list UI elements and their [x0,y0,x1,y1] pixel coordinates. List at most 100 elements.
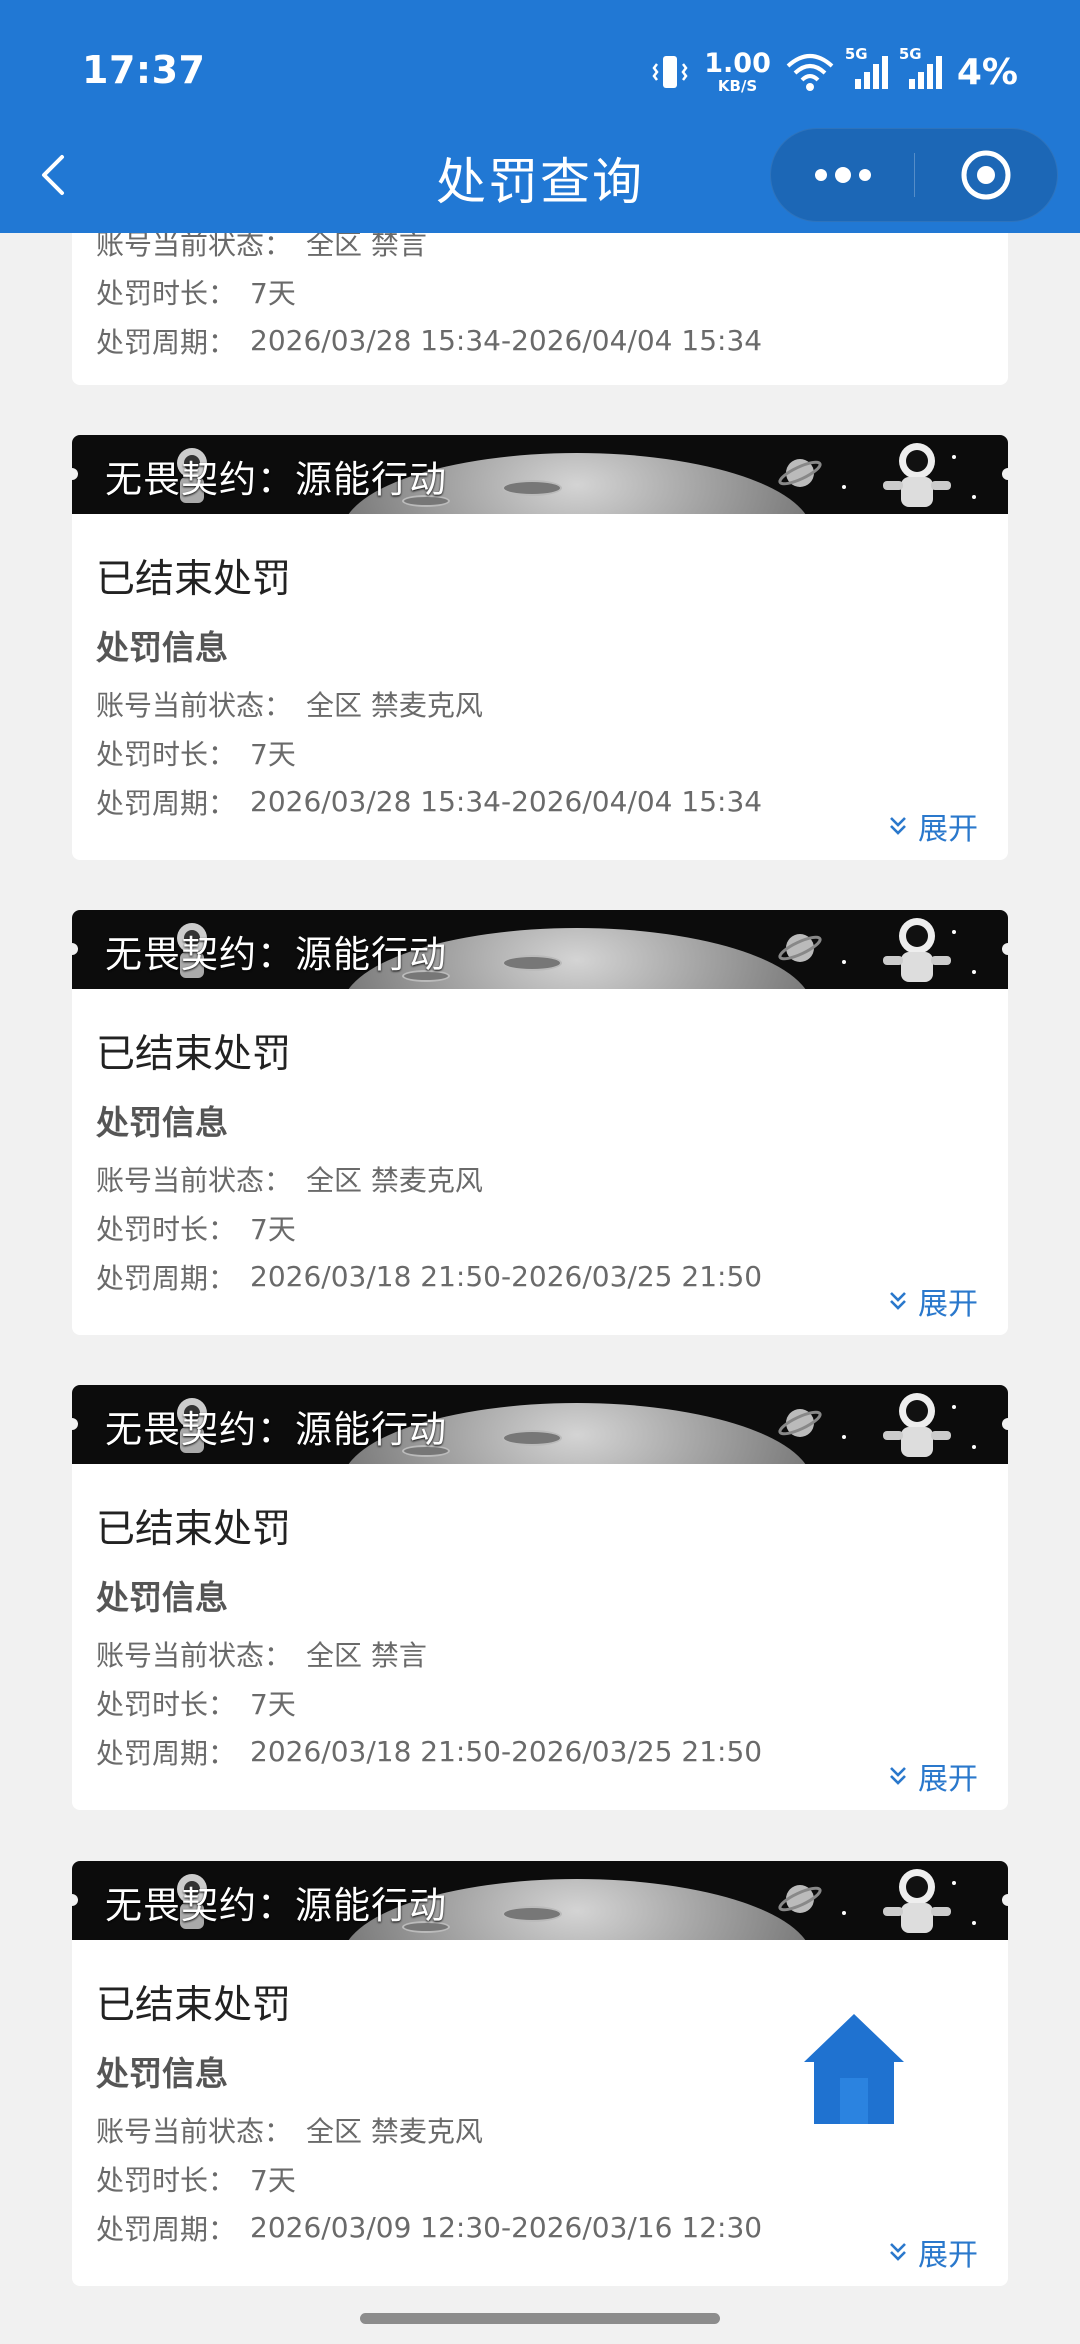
ticket-notch [72,468,78,480]
double-chevron-down-icon [890,1767,906,1785]
star [972,1445,976,1449]
duration-value: 7天 [250,276,296,310]
penalty-card: 无畏契约：源能行动 已结束处罚 处罚信息 账号当前状态： 全区 禁言 处罚时长：… [72,1385,1008,1810]
expand-button[interactable]: 展开 [888,1279,978,1323]
ticket-notch [1002,1894,1008,1906]
duration-label: 处罚时长： [96,2163,237,2197]
ticket-notch [72,1418,78,1430]
status-icons: 1.00 KB/S 5G 5G 4% [650,44,1018,100]
account-state-value: 全区 禁麦克风 [306,688,483,722]
ticket-notch [1002,468,1008,480]
account-state-row: 账号当前状态： 全区 禁言 [96,1629,984,1678]
period-label: 处罚周期： [96,2212,237,2246]
duration-row: 处罚时长： 7天 [96,728,984,777]
penalty-status: 已结束处罚 [96,557,292,602]
astronaut-icon [883,1393,951,1457]
signal-icon: 5G [845,45,889,91]
period-value: 2026/03/18 21:50-2026/03/25 21:50 [250,1260,763,1293]
period-value: 2026/03/18 21:50-2026/03/25 21:50 [250,1735,763,1768]
period-row: 处罚周期： 2026/03/09 12:30-2026/03/16 12:30 [96,2203,984,2252]
close-button[interactable] [915,128,1057,222]
planet-icon [778,1409,822,1437]
double-chevron-down-icon [890,817,906,835]
more-dot [858,169,871,181]
duration-value: 7天 [250,2163,296,2197]
banner-title: 无畏契约：源能行动 [105,1884,447,1927]
net-speed-value: 1.00 [704,48,771,79]
more-button[interactable] [771,128,914,222]
account-state-value: 全区 禁言 [306,1638,427,1672]
account-state-label: 账号当前状态： [96,688,293,722]
penalty-status: 已结束处罚 [96,1032,292,1077]
account-state-row: 账号当前状态： 全区 禁麦克风 [96,1154,984,1203]
double-chevron-down-icon [890,1292,906,1310]
banner-title: 无畏契约：源能行动 [105,933,447,976]
section-title: 处罚信息 [96,628,228,667]
ticket-notch [1002,943,1008,955]
duration-value: 7天 [250,737,296,771]
crater [502,1906,562,1922]
crater [502,480,562,496]
account-state-row: 账号当前状态： 全区 禁麦克风 [96,679,984,728]
game-banner: 无畏契约：源能行动 [72,1385,1008,1464]
signal-icon: 5G [899,45,943,91]
star [842,485,846,489]
account-state-value: 全区 禁麦克风 [306,1163,483,1197]
expand-button[interactable]: 展开 [888,2230,978,2274]
period-label: 处罚周期： [96,1261,237,1295]
duration-value: 7天 [250,1212,296,1246]
planet-icon [778,459,822,487]
records-list[interactable]: 账号当前状态： 全区 禁言 处罚时长： 7天 处罚周期： 2026/03/28 … [0,0,1080,2344]
duration-row: 处罚时长： 7天 [96,1203,984,1252]
star [842,960,846,964]
ticket-notch [72,1894,78,1906]
period-row: 处罚周期： 2026/03/18 21:50-2026/03/25 21:50 [96,1252,984,1301]
expand-button[interactable]: 展开 [888,804,978,848]
signal-label: 5G [898,45,922,63]
penalty-status: 已结束处罚 [96,1507,292,1552]
banner-title: 无畏契约：源能行动 [105,458,447,501]
period-label: 处罚周期： [96,325,237,359]
section-title: 处罚信息 [96,1578,228,1617]
game-banner: 无畏契约：源能行动 [72,435,1008,514]
net-speed: 1.00 KB/S [704,50,771,94]
home-icon [804,2014,904,2124]
home-button[interactable] [802,2012,906,2126]
banner-title: 无畏契约：源能行动 [105,1408,447,1451]
duration-label: 处罚时长： [96,276,237,310]
expand-label: 展开 [918,2238,978,2273]
star [972,970,976,974]
more-dot [834,167,851,183]
target-close-icon [961,150,1011,200]
penalty-card: 无畏契约：源能行动 已结束处罚 处罚信息 账号当前状态： 全区 禁麦克风 处罚时… [72,435,1008,860]
mini-program-capsule [770,128,1058,222]
gesture-home-indicator[interactable] [360,2313,720,2324]
star [972,1921,976,1925]
signal-label: 5G [844,45,868,63]
section-title: 处罚信息 [96,1103,228,1142]
ticket-notch [1002,1418,1008,1430]
status-time: 17:37 [82,48,206,92]
duration-label: 处罚时长： [96,1212,237,1246]
period-value: 2026/03/28 15:34-2026/04/04 15:34 [250,324,763,357]
duration-row: 处罚时长： 7天 [96,267,984,316]
duration-row: 处罚时长： 7天 [96,2154,984,2203]
crater [502,955,562,971]
period-value: 2026/03/28 15:34-2026/04/04 15:34 [250,785,763,818]
expand-button[interactable]: 展开 [888,1754,978,1798]
period-row: 处罚周期： 2026/03/18 21:50-2026/03/25 21:50 [96,1727,984,1776]
period-value: 2026/03/09 12:30-2026/03/16 12:30 [250,2211,763,2244]
duration-row: 处罚时长： 7天 [96,1678,984,1727]
astronaut-icon [883,1869,951,1933]
star [842,1911,846,1915]
period-label: 处罚周期： [96,1736,237,1770]
duration-label: 处罚时长： [96,1687,237,1721]
more-dot [814,169,827,181]
account-state-label: 账号当前状态： [96,1638,293,1672]
game-banner: 无畏契约：源能行动 [72,910,1008,989]
account-state-value: 全区 禁麦克风 [306,2114,483,2148]
astronaut-icon [883,443,951,507]
account-state-label: 账号当前状态： [96,2114,293,2148]
ticket-notch [72,943,78,955]
period-label: 处罚周期： [96,786,237,820]
